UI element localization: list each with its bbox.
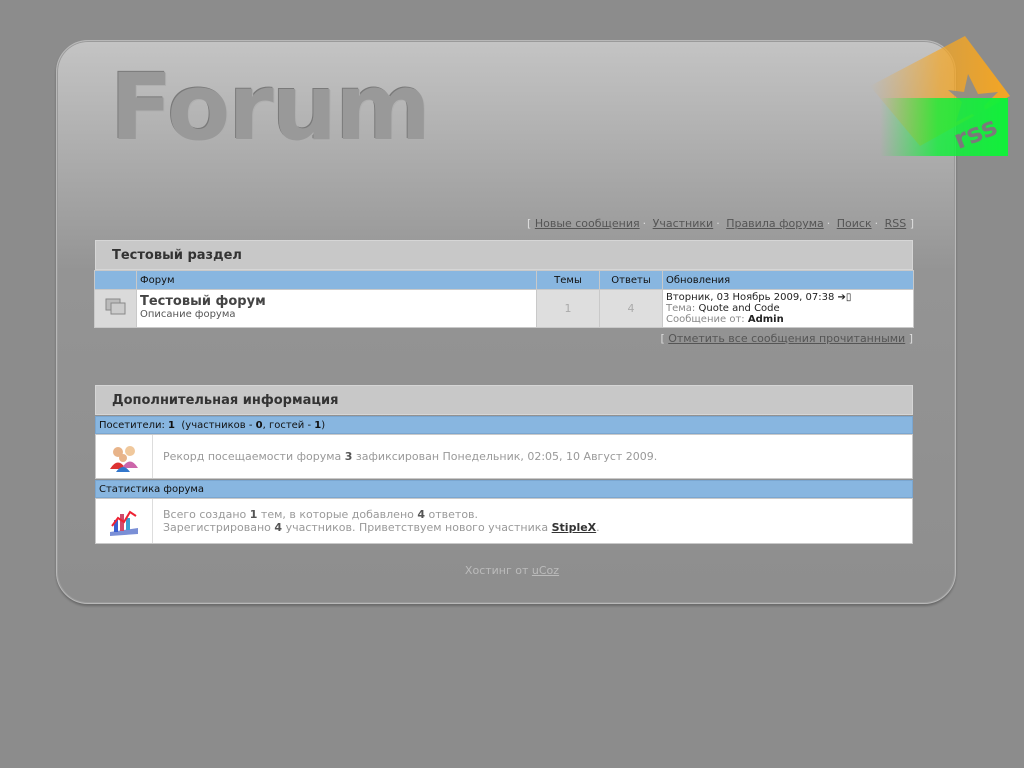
nav-rules[interactable]: Правила форума (726, 217, 824, 230)
newest-member-link[interactable]: StipleX (552, 521, 597, 534)
users-icon (96, 435, 153, 478)
nav-rss[interactable]: RSS (885, 217, 907, 230)
record-text: Рекорд посещаемости форума 3 зафиксирова… (163, 450, 658, 463)
visitors-header: Посетители: 1 (участников - 0, гостей - … (95, 416, 913, 434)
stats-header: Статистика форума (95, 480, 913, 498)
footer: Хостинг от uCoz (464, 564, 560, 577)
forum-table: Форум Темы Ответы Обновления Тестовый фо… (94, 270, 914, 328)
forum-description: Описание форума (140, 309, 236, 320)
forum-title-link[interactable]: Тестовый форум (140, 294, 533, 309)
forum-topics-count: 1 (537, 290, 599, 327)
header-updates: Обновления (663, 271, 913, 289)
last-post-date: Вторник, 03 Ноябрь 2009, 07:38 (666, 292, 835, 303)
header-forum: Форум (137, 271, 536, 289)
header-replies: Ответы (600, 271, 662, 289)
last-topic-link[interactable]: Quote and Code (699, 303, 780, 314)
forum-replies-count: 4 (600, 290, 662, 327)
mark-read-container: [ Отметить все сообщения прочитанными ] (660, 332, 913, 345)
nav-new-messages[interactable]: Новые сообщения (535, 217, 640, 230)
forum-logo: Forum (110, 54, 431, 161)
header-topics: Темы (537, 271, 599, 289)
stats-text: Всего создано 1 тем, в которые добавлено… (163, 508, 600, 534)
top-nav: [ Новые сообщения · Участники · Правила фо… (527, 217, 914, 230)
chart-icon (96, 499, 153, 543)
forum-status-icon (95, 290, 136, 327)
category-title[interactable]: Тестовый раздел (95, 240, 913, 270)
info-section: Дополнительная информация Посетители: 1 … (95, 385, 913, 544)
rss-badge-icon[interactable]: rss (860, 36, 1010, 158)
go-to-last-post-icon[interactable]: ➔▯ (838, 292, 852, 303)
nav-members[interactable]: Участники (653, 217, 714, 230)
ucoz-link[interactable]: uCoz (532, 564, 559, 577)
info-title: Дополнительная информация (95, 385, 913, 415)
stats-row: Всего создано 1 тем, в которые добавлено… (95, 498, 913, 544)
forum-section: Тестовый раздел Форум Темы Ответы Обновл… (94, 240, 914, 328)
last-author-link[interactable]: Admin (748, 314, 784, 325)
visitors-row: Рекорд посещаемости форума 3 зафиксирова… (95, 434, 913, 479)
mark-all-read-link[interactable]: Отметить все сообщения прочитанными (668, 332, 905, 345)
forum-last-update: Вторник, 03 Ноябрь 2009, 07:38 ➔▯ Тема: … (663, 290, 913, 327)
nav-search[interactable]: Поиск (837, 217, 872, 230)
table-row: Тестовый форум Описание форума 1 4 Вторн… (95, 290, 913, 327)
